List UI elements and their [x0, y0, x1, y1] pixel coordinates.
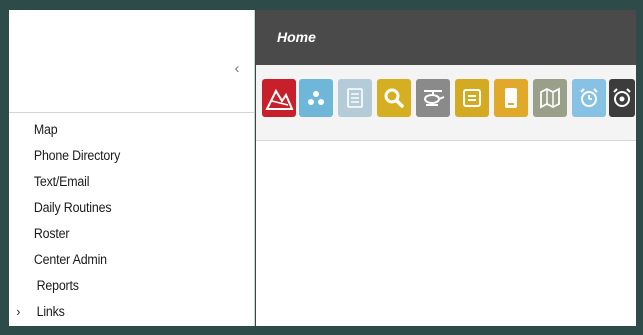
sidebar-item-label: Phone Directory: [33, 148, 121, 163]
sidebar-item-links[interactable]: › Links: [9, 299, 234, 325]
helicopter-icon: [424, 90, 445, 106]
tool-button-documents[interactable]: [338, 79, 372, 117]
collapse-sidebar-button[interactable]: ‹: [227, 58, 247, 80]
sidebar-item-label: Center Admin: [33, 252, 107, 267]
document-icon: [347, 88, 363, 108]
sidebar-item-center-admin[interactable]: Center Admin: [9, 247, 234, 273]
search-icon: [384, 88, 404, 108]
content-area: [256, 142, 636, 326]
sidebar-item-reports[interactable]: Reports: [9, 273, 234, 299]
dots-cluster-icon: [308, 91, 324, 105]
tool-button-schedule[interactable]: [572, 79, 606, 117]
map-icon: [540, 87, 560, 109]
tool-button-alerts[interactable]: [609, 79, 635, 117]
sidebar-item-map[interactable]: Map: [9, 117, 234, 143]
message-icon: [463, 89, 481, 107]
tool-button-directory[interactable]: [494, 79, 528, 117]
sidebar-menu: Map Phone Directory Text/Email Daily Rou…: [9, 117, 254, 325]
sidebar-item-label: Links: [36, 304, 65, 319]
sidebar: ‹ Map Phone Directory Text/Email Daily R…: [9, 10, 255, 326]
tool-button-aviation[interactable]: [416, 79, 450, 117]
sidebar-item-phone-directory[interactable]: Phone Directory: [9, 143, 234, 169]
mountain-logo-icon: [264, 83, 294, 113]
sidebar-item-label: Map: [33, 122, 58, 137]
sidebar-item-daily-routines[interactable]: Daily Routines: [9, 195, 234, 221]
alarm-clock-icon: [580, 88, 598, 107]
tool-button-logo[interactable]: [262, 79, 296, 117]
app-frame: ‹ Map Phone Directory Text/Email Daily R…: [0, 0, 643, 335]
sidebar-divider: [9, 112, 254, 113]
sidebar-item-label: Text/Email: [33, 174, 90, 189]
header-bar: Home: [256, 10, 636, 65]
tool-button-units[interactable]: [299, 79, 333, 117]
chevron-right-icon: ›: [16, 304, 21, 319]
main-panel: Home: [256, 10, 636, 326]
sidebar-item-label: Daily Routines: [33, 200, 112, 215]
tool-button-search[interactable]: [377, 79, 411, 117]
tool-button-map[interactable]: [533, 79, 567, 117]
app-toolbar: [256, 65, 636, 141]
page-title: Home: [277, 29, 316, 45]
sidebar-item-label: Reports: [36, 278, 79, 293]
sidebar-item-roster[interactable]: Roster: [9, 221, 234, 247]
phone-book-icon: [505, 88, 517, 108]
tool-button-messages[interactable]: [455, 79, 489, 117]
sidebar-item-text-email[interactable]: Text/Email: [9, 169, 234, 195]
alarm-shield-icon: [613, 88, 631, 107]
sidebar-item-label: Roster: [33, 226, 70, 241]
